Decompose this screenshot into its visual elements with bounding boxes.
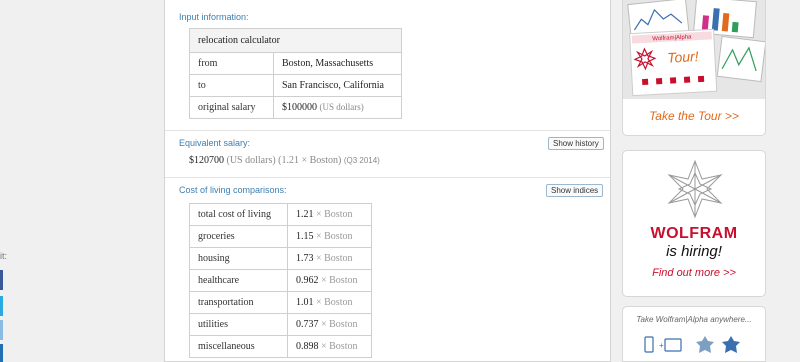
equivalent-pod: Equivalent salary: Show history $120700 … (165, 131, 610, 178)
anywhere-text: Take Wolfram|Alpha anywhere... (636, 315, 752, 324)
cost-ref: × Boston (316, 297, 353, 308)
cost-value: 0.737 (296, 319, 319, 330)
cost-value: 1.15 (296, 231, 314, 242)
tour-badge-title-text: Tour! (667, 48, 699, 66)
cost-pod: Cost of living comparisons: Show indices… (165, 178, 610, 362)
input-value: San Francisco, California (273, 74, 402, 97)
cost-value: 0.962 (296, 275, 319, 286)
table-row: transportation 1.01 × Boston (189, 291, 372, 314)
pod-title-equivalent: Equivalent salary: (179, 138, 251, 148)
cost-value: 1.01 (296, 297, 314, 308)
cost-label: groceries (189, 225, 288, 248)
equivalent-period: (Q3 2014) (343, 156, 380, 165)
table-row: from Boston, Massachusetts (189, 52, 402, 75)
find-out-more-link[interactable]: Find out more >> (623, 267, 765, 279)
cost-value: 1.73 (296, 253, 314, 264)
input-table: relocation calculator from Boston, Massa… (189, 28, 402, 119)
take-the-tour-link[interactable]: Take the Tour >> (623, 109, 765, 123)
equivalent-ratio: (1.21 × Boston) (278, 155, 342, 166)
equivalent-unit: (US dollars) (226, 155, 276, 166)
cost-value: 0.898 (296, 341, 319, 352)
cost-ref: × Boston (321, 275, 358, 286)
cost-value-cell: 0.898 × Boston (287, 335, 372, 358)
hiring-ad[interactable]: WOLFRAM is hiring! Find out more >> (622, 150, 766, 297)
share-label: it: (0, 251, 8, 261)
equivalent-value: $120700 (189, 155, 224, 166)
cost-value-cell: 0.962 × Boston (287, 269, 372, 292)
results-panel: Input information: relocation calculator… (164, 0, 611, 362)
table-row: miscellaneous 0.898 × Boston (189, 335, 372, 358)
cost-value-cell: 1.01 × Boston (287, 291, 372, 314)
cost-value: 1.21 (296, 209, 314, 220)
show-indices-button[interactable]: Show indices (546, 184, 604, 197)
table-row: original salary $100000 (US dollars) (189, 96, 402, 119)
devices-icon: + (644, 336, 682, 353)
cost-value-cell: 1.73 × Boston (287, 247, 372, 270)
svg-text:+: + (659, 341, 664, 350)
input-pod: Input information: relocation calculator… (165, 0, 610, 131)
tour-ad[interactable]: Wolfram|Alpha Tour! Take the Tour >> (622, 0, 766, 136)
input-label: from (189, 52, 274, 75)
show-history-button[interactable]: Show history (548, 137, 604, 150)
input-value: Boston, Massachusetts (273, 52, 402, 75)
table-row: healthcare 0.962 × Boston (189, 269, 372, 292)
twitter-share-button[interactable] (0, 296, 3, 316)
input-header: relocation calculator (189, 28, 402, 53)
salary-unit: (US dollars) (319, 102, 364, 112)
share-button[interactable] (0, 320, 3, 340)
hiring-brand: WOLFRAM (650, 225, 738, 242)
cost-ref: × Boston (316, 209, 353, 220)
table-row: utilities 0.737 × Boston (189, 313, 372, 336)
cost-ref: × Boston (321, 341, 358, 352)
cost-label: miscellaneous (189, 335, 288, 358)
wolfram-spikey-icon (667, 159, 723, 219)
app-badge-icon[interactable] (721, 335, 741, 355)
cost-ref: × Boston (316, 253, 353, 264)
table-row: total cost of living 1.21 × Boston (189, 203, 372, 226)
facebook-share-button[interactable] (0, 270, 3, 290)
cost-label: utilities (189, 313, 288, 336)
cost-label: transportation (189, 291, 288, 314)
cost-ref: × Boston (316, 231, 353, 242)
pod-title-cost: Cost of living comparisons: (179, 185, 287, 195)
plot-cards-icon: Wolfram|Alpha Tour! (627, 0, 765, 97)
anywhere-ad[interactable]: Take Wolfram|Alpha anywhere... + (622, 306, 766, 362)
linkedin-share-button[interactable] (0, 344, 3, 362)
input-label: to (189, 74, 274, 97)
table-row: housing 1.73 × Boston (189, 247, 372, 270)
cost-label: healthcare (189, 269, 288, 292)
table-row: relocation calculator (189, 28, 402, 53)
input-value-cell: $100000 (US dollars) (273, 96, 402, 119)
cost-value-cell: 1.21 × Boston (287, 203, 372, 226)
input-label: original salary (189, 96, 274, 119)
cost-ref: × Boston (321, 319, 358, 330)
pro-badge-icon[interactable] (695, 335, 715, 355)
cost-label: total cost of living (189, 203, 288, 226)
equivalent-result: $120700 (US dollars) (1.21 × Boston) (Q3… (189, 155, 380, 166)
table-row: to San Francisco, California (189, 74, 402, 97)
cost-value-cell: 1.15 × Boston (287, 225, 372, 248)
pod-title-input: Input information: (179, 12, 249, 22)
tour-illustration: Wolfram|Alpha Tour! (623, 0, 765, 99)
cost-label: housing (189, 247, 288, 270)
cost-value-cell: 0.737 × Boston (287, 313, 372, 336)
table-row: groceries 1.15 × Boston (189, 225, 372, 248)
salary-value: $100000 (282, 102, 317, 113)
cost-table: total cost of living 1.21 × Boston groce… (189, 203, 372, 358)
hiring-tagline: is hiring! (666, 243, 722, 260)
